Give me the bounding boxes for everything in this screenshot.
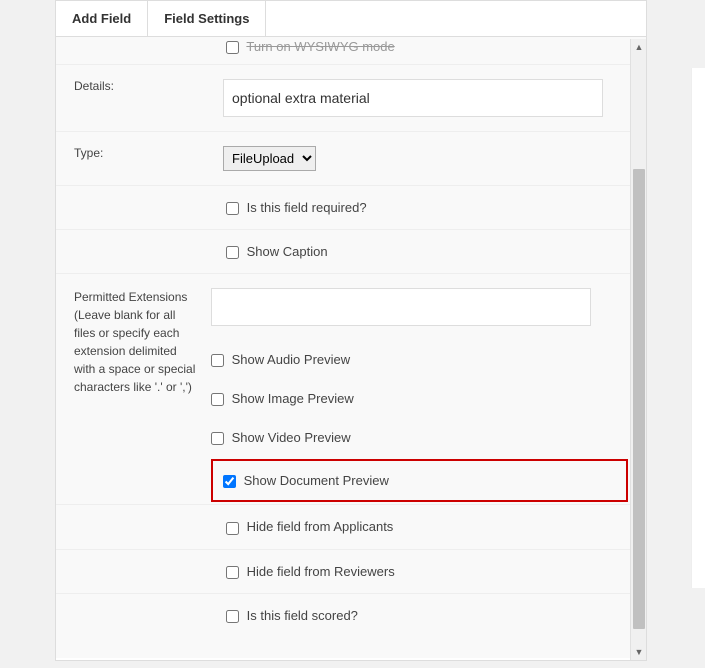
show-audio-checkbox[interactable] bbox=[211, 354, 224, 367]
required-row: Is this field required? bbox=[56, 185, 646, 229]
settings-table: Details: Type: FileUpload bbox=[56, 65, 646, 185]
scored-label: Is this field scored? bbox=[247, 608, 358, 623]
hide-applicants-label: Hide field from Applicants bbox=[247, 519, 394, 534]
type-select[interactable]: FileUpload bbox=[223, 146, 316, 171]
details-input[interactable] bbox=[223, 79, 603, 117]
details-label: Details: bbox=[56, 65, 211, 132]
wysiwyg-mode-label: Turn on WYSIWYG mode bbox=[246, 39, 394, 54]
permitted-extensions-fields: Show Audio Preview Show Image Preview Sh… bbox=[211, 274, 646, 504]
type-row: Type: FileUpload bbox=[56, 132, 646, 186]
show-audio-label: Show Audio Preview bbox=[232, 352, 351, 367]
wysiwyg-mode-row: Turn on WYSIWYG mode bbox=[56, 37, 646, 65]
required-label: Is this field required? bbox=[247, 200, 367, 215]
tabs-bar: Add Field Field Settings bbox=[56, 1, 646, 37]
scrollbar-thumb[interactable] bbox=[633, 169, 645, 629]
show-audio-row: Show Audio Preview bbox=[211, 340, 628, 379]
hide-reviewers-checkbox[interactable] bbox=[226, 566, 239, 579]
scrollbar[interactable]: ▲ ▼ bbox=[630, 39, 646, 660]
show-document-checkbox[interactable] bbox=[223, 475, 236, 488]
scroll-down-icon[interactable]: ▼ bbox=[631, 644, 647, 660]
tab-field-settings[interactable]: Field Settings bbox=[148, 1, 266, 36]
show-document-label: Show Document Preview bbox=[244, 473, 389, 488]
field-settings-content: Turn on WYSIWYG mode Details: Type: File… bbox=[56, 37, 646, 658]
hide-applicants-row: Hide field from Applicants bbox=[56, 504, 646, 548]
permitted-extensions-label: Permitted Extensions (Leave blank for al… bbox=[56, 274, 211, 410]
wysiwyg-mode-checkbox[interactable] bbox=[226, 41, 239, 54]
show-video-label: Show Video Preview bbox=[232, 430, 351, 445]
tab-add-field[interactable]: Add Field bbox=[56, 1, 148, 36]
scored-row: Is this field scored? bbox=[56, 593, 646, 637]
details-row: Details: bbox=[56, 65, 646, 132]
show-document-row: Show Document Preview bbox=[211, 459, 628, 502]
show-caption-checkbox[interactable] bbox=[226, 246, 239, 259]
hide-reviewers-label: Hide field from Reviewers bbox=[247, 564, 395, 579]
show-caption-row: Show Caption bbox=[56, 229, 646, 273]
show-video-row: Show Video Preview bbox=[211, 418, 628, 457]
show-image-label: Show Image Preview bbox=[232, 391, 354, 406]
right-edge-hint bbox=[691, 68, 705, 588]
hide-applicants-checkbox[interactable] bbox=[226, 522, 239, 535]
permitted-extensions-section: Permitted Extensions (Leave blank for al… bbox=[56, 273, 646, 504]
type-label: Type: bbox=[56, 132, 211, 186]
permitted-extensions-input[interactable] bbox=[211, 288, 591, 326]
settings-panel: Add Field Field Settings Turn on WYSIWYG… bbox=[55, 0, 647, 661]
show-image-row: Show Image Preview bbox=[211, 379, 628, 418]
scroll-up-icon[interactable]: ▲ bbox=[631, 39, 647, 55]
show-video-checkbox[interactable] bbox=[211, 432, 224, 445]
hide-reviewers-row: Hide field from Reviewers bbox=[56, 549, 646, 593]
show-caption-label: Show Caption bbox=[247, 244, 328, 259]
required-checkbox[interactable] bbox=[226, 202, 239, 215]
scored-checkbox[interactable] bbox=[226, 610, 239, 623]
show-image-checkbox[interactable] bbox=[211, 393, 224, 406]
